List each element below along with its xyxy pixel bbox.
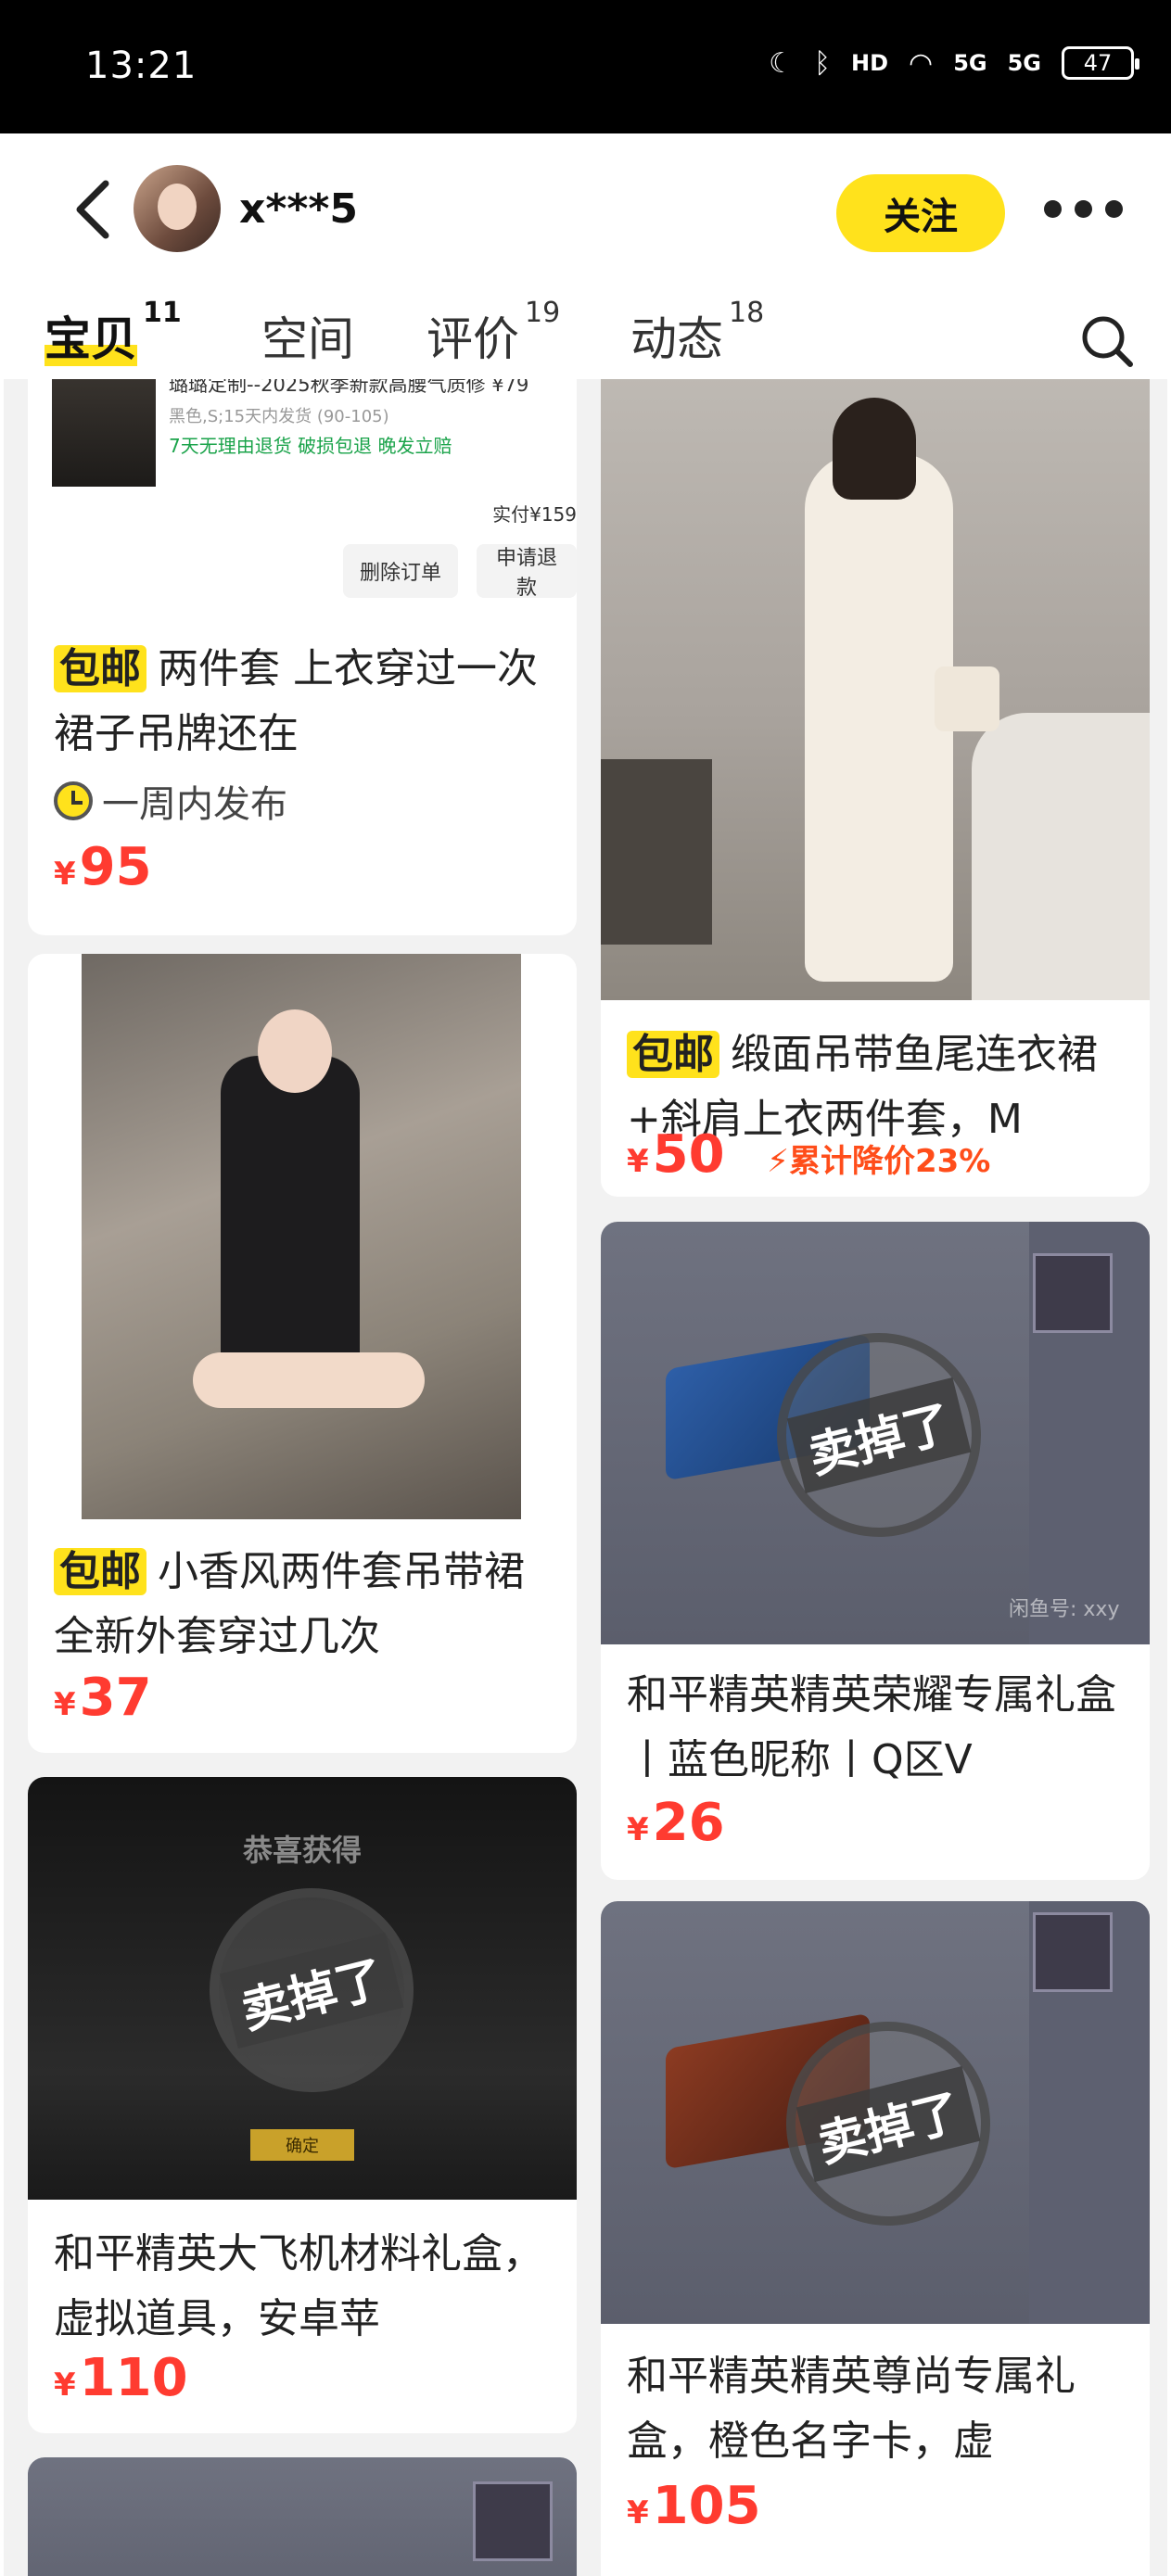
product-card[interactable]: 恭喜获得 卖掉了 确定 和平精英大飞机材料礼盒，虚拟道具，安卓苹 ¥110 bbox=[28, 1777, 577, 2433]
profile-tabs: 宝贝 11 空间 评价 19 动态 18 bbox=[4, 291, 1167, 379]
tab-count: 18 bbox=[729, 297, 765, 329]
product-card[interactable]: 包邮 缎面吊带鱼尾连衣裙+斜肩上衣两件套，M ¥50 ⚡累计降价23% bbox=[601, 379, 1150, 1197]
refund-button: 申请退款 bbox=[477, 544, 577, 600]
follow-button[interactable]: 关注 bbox=[836, 174, 1005, 252]
product-card[interactable]: 包邮 小香风两件套吊带裙全新外套穿过几次 ¥37 bbox=[28, 954, 577, 1753]
bluetooth-icon: ᛒ bbox=[813, 46, 831, 80]
order-screenshot-image: 璐璐定制--2025秋季新款高腰气质修 ¥79 黑色,S;15天内发货 (90-… bbox=[28, 379, 577, 611]
model-photo bbox=[82, 954, 521, 1519]
product-image: 恭喜获得 卖掉了 确定 bbox=[28, 1777, 577, 2200]
order-paid: 实付¥159 bbox=[492, 503, 577, 526]
tab-items[interactable]: 宝贝 11 bbox=[45, 297, 182, 369]
product-price: ¥26 bbox=[627, 1793, 725, 1853]
battery-icon: 47 bbox=[1062, 46, 1139, 80]
clock-icon bbox=[54, 781, 93, 820]
product-title: 和平精英精英尊尚专属礼盒，橙色名字卡，虚 bbox=[627, 2353, 1076, 2465]
product-card[interactable]: 卖掉了 闲鱼号: xxy 和平精英精英荣耀专属礼盒丨蓝色昵称丨Q区V ¥26 bbox=[601, 1222, 1150, 1880]
product-price: ¥37 bbox=[54, 1668, 152, 1728]
avatar[interactable] bbox=[134, 165, 221, 252]
back-arrow-icon[interactable] bbox=[67, 172, 122, 247]
product-title: 和平精英精英荣耀专属礼盒丨蓝色昵称丨Q区V bbox=[627, 1671, 1116, 1783]
reward-banner: 恭喜获得 bbox=[242, 1833, 362, 1868]
tab-reviews[interactable]: 评价 19 bbox=[426, 297, 560, 369]
thumbnail-badge bbox=[473, 2481, 553, 2561]
order-title: 璐璐定制--2025秋季新款高腰气质修 ¥79 bbox=[169, 379, 529, 396]
product-title: 和平精英大飞机材料礼盒，虚拟道具，安卓苹 bbox=[54, 2230, 543, 2342]
status-time: 13:21 bbox=[85, 44, 197, 87]
signal-icon-1: 5G bbox=[953, 50, 987, 76]
more-options-icon[interactable] bbox=[1044, 200, 1159, 228]
price-drop-badge: ⚡累计降价23% bbox=[767, 1143, 991, 1180]
status-bar: 13:21 ☾ ᛒ HD ◠ 5G 5G 47 bbox=[0, 0, 1171, 133]
tab-count: 11 bbox=[143, 297, 182, 329]
free-shipping-tag: 包邮 bbox=[54, 1548, 146, 1595]
tab-label: 宝贝 bbox=[45, 312, 137, 366]
free-shipping-tag: 包邮 bbox=[627, 1031, 719, 1078]
product-image bbox=[601, 379, 1150, 1000]
product-image bbox=[28, 954, 577, 1519]
publish-schedule: 一周内发布 bbox=[54, 774, 287, 828]
product-image: 卖掉了 闲鱼号: xxy bbox=[601, 1222, 1150, 1644]
tab-label: 空间 bbox=[261, 312, 354, 366]
signal-icon-2: 5G bbox=[1007, 50, 1041, 76]
confirm-label: 确定 bbox=[250, 2129, 354, 2161]
product-card[interactable]: 璐璐定制--2025秋季新款高腰气质修 ¥79 黑色,S;15天内发货 (90-… bbox=[28, 379, 577, 935]
product-card[interactable] bbox=[28, 2457, 577, 2576]
profile-header: x***5 关注 bbox=[4, 133, 1167, 291]
sold-out-stamp: 卖掉了 bbox=[187, 1866, 436, 2114]
product-feed: 璐璐定制--2025秋季新款高腰气质修 ¥79 黑色,S;15天内发货 (90-… bbox=[4, 379, 1167, 2576]
order-thumbnail bbox=[52, 379, 156, 487]
hd-icon: HD bbox=[850, 50, 888, 76]
status-icons: ☾ ᛒ HD ◠ 5G 5G 47 bbox=[769, 46, 1139, 80]
product-price: ¥95 bbox=[54, 837, 152, 897]
moon-icon: ☾ bbox=[769, 46, 794, 80]
tab-label: 评价 bbox=[426, 312, 519, 366]
app-screen: x***5 关注 宝贝 11 空间 评价 19 动态 18 璐璐定制--2025秋季新… bbox=[0, 133, 1171, 2576]
tab-activity[interactable]: 动态 18 bbox=[630, 297, 764, 369]
thumbnail-badge bbox=[1033, 1912, 1113, 1992]
delete-order-button: 删除订单 bbox=[343, 544, 459, 598]
order-guarantees: 7天无理由退货 破损包退 晚发立赔 bbox=[169, 435, 452, 457]
tab-count: 19 bbox=[525, 297, 561, 329]
search-icon[interactable] bbox=[1079, 313, 1135, 369]
product-price: ¥110 bbox=[54, 2348, 188, 2408]
product-title: 包邮 两件套 上衣穿过一次 裙子吊牌还在 bbox=[54, 645, 538, 757]
tab-space[interactable]: 空间 bbox=[261, 302, 354, 369]
product-price: ¥50 ⚡累计降价23% bbox=[627, 1124, 991, 1185]
order-spec: 黑色,S;15天内发货 (90-105) bbox=[169, 407, 389, 426]
product-image bbox=[28, 2457, 577, 2576]
free-shipping-tag: 包邮 bbox=[54, 645, 146, 692]
watermark: 闲鱼号: xxy bbox=[1009, 1598, 1120, 1621]
username: x***5 bbox=[239, 185, 359, 233]
wifi-icon: ◠ bbox=[909, 46, 934, 80]
thumbnail-badge bbox=[1033, 1253, 1113, 1333]
product-card[interactable]: 卖掉了 和平精英精英尊尚专属礼盒，橙色名字卡，虚 ¥105 bbox=[601, 1901, 1150, 2576]
tab-label: 动态 bbox=[630, 312, 723, 366]
product-title: 包邮 小香风两件套吊带裙全新外套穿过几次 bbox=[54, 1548, 525, 1660]
product-image: 卖掉了 bbox=[601, 1901, 1150, 2324]
product-price: ¥105 bbox=[627, 2476, 761, 2536]
